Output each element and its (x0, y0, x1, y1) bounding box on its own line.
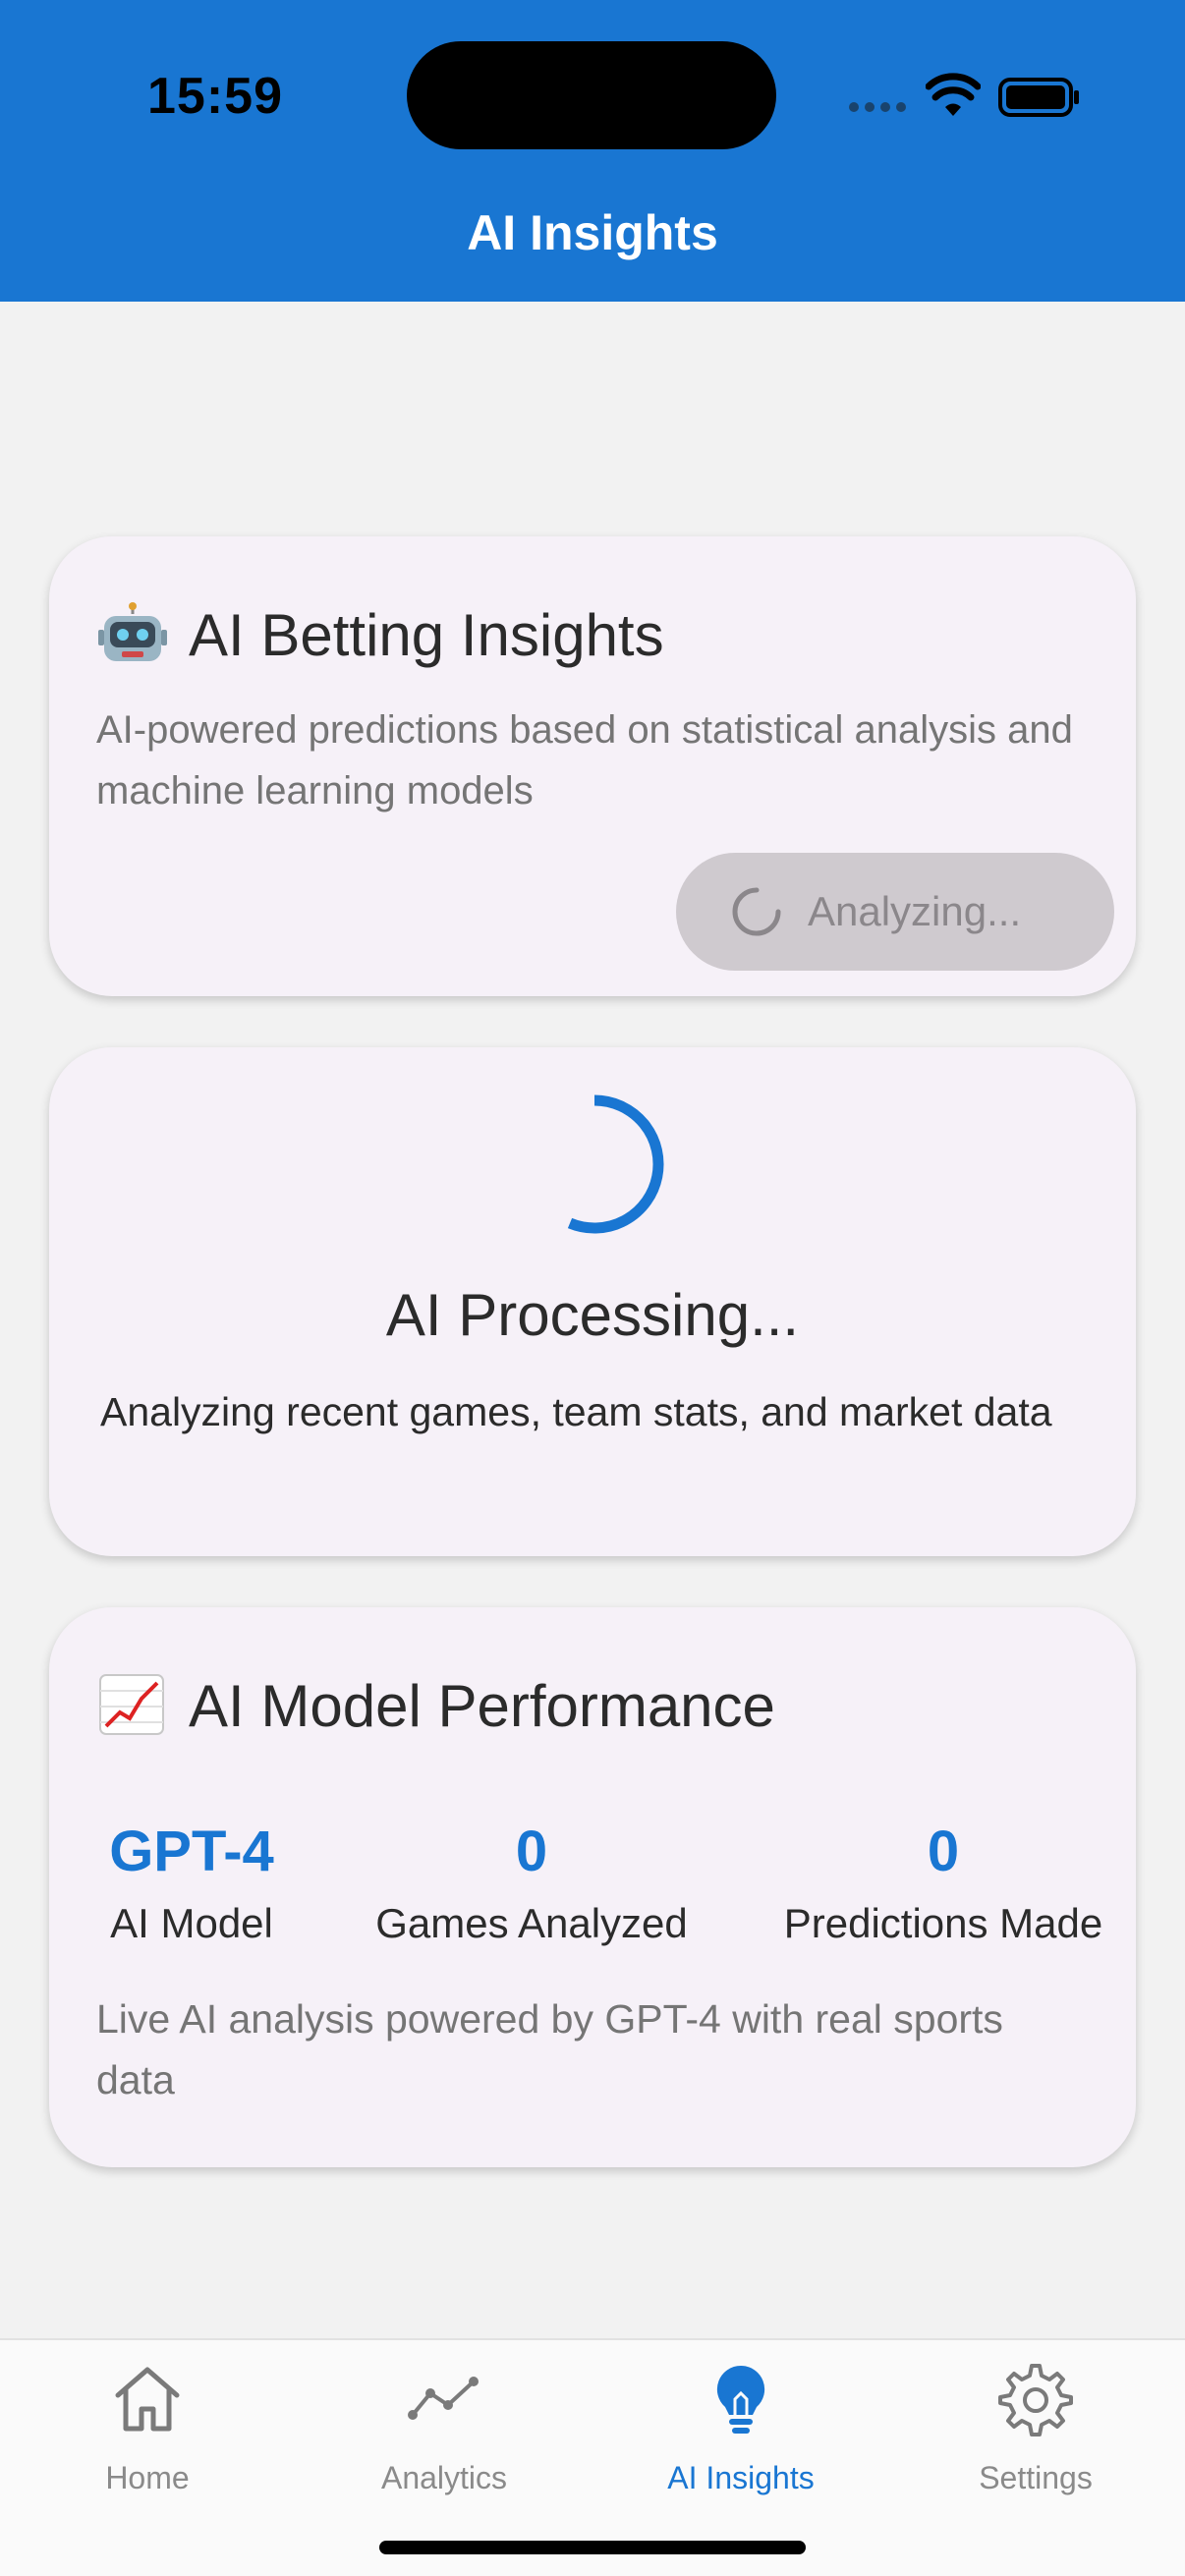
processing-spinner-icon (567, 1094, 664, 1234)
model-performance-card: AI Model Performance GPT-4 AI Model 0 Ga… (49, 1607, 1136, 2167)
insights-title-text: AI Betting Insights (189, 602, 664, 668)
tab-home[interactable]: Home (20, 2360, 275, 2496)
stat-value: 0 (515, 1820, 548, 1883)
tab-label: Home (105, 2460, 190, 2495)
performance-stats: GPT-4 AI Model 0 Games Analyzed 0 Predic… (49, 1818, 1136, 1975)
insights-description: AI-powered predictions based on statisti… (96, 708, 1073, 812)
tab-label: Analytics (380, 2460, 508, 2495)
stat-value: 0 (927, 1820, 960, 1883)
processing-description: Analyzing recent games, team stats, and … (100, 1389, 1052, 1434)
tab-label: Settings (979, 2460, 1093, 2495)
status-time: 15:59 (147, 68, 283, 125)
ai-insights-card: AI Betting Insights AI-powered predictio… (49, 536, 1136, 996)
stat-predictions-made: 0 Predictions Made (717, 1818, 1169, 1947)
loading-spinner-icon (732, 887, 781, 936)
page-title: AI Insights (467, 205, 718, 260)
performance-title-text: AI Model Performance (189, 1673, 775, 1739)
analyze-button-label: Analyzing... (808, 888, 1022, 934)
performance-card-title: AI Model Performance (98, 1672, 775, 1740)
analyze-button[interactable]: Analyzing... (676, 853, 1114, 971)
chart-increasing-icon (99, 1674, 164, 1735)
stat-games-analyzed: 0 Games Analyzed (330, 1818, 733, 1947)
tab-settings[interactable]: Settings (908, 2360, 1163, 2496)
screen: 15:59 AI Insights AI Betting Insights AI… (0, 0, 1185, 2576)
tab-analytics[interactable]: Analytics (316, 2360, 572, 2496)
analytics-icon (408, 2377, 479, 2420)
home-icon (115, 2367, 180, 2432)
stat-label: Games Analyzed (375, 1900, 688, 1946)
robot-icon (98, 602, 167, 661)
gear-icon (998, 2364, 1073, 2436)
stat-label: Predictions Made (783, 1900, 1103, 1946)
stat-ai-model: GPT-4 AI Model (88, 1818, 295, 1947)
battery-icon (998, 78, 1079, 117)
lightbulb-icon (716, 2365, 765, 2434)
insights-card-title: AI Betting Insights (98, 601, 664, 669)
wifi-icon (926, 73, 981, 116)
stat-label: AI Model (110, 1900, 273, 1946)
cellular-signal-icon (849, 102, 908, 116)
processing-title: AI Processing... (385, 1282, 800, 1348)
stat-value: GPT-4 (109, 1820, 274, 1883)
tab-ai-insights[interactable]: AI Insights (613, 2360, 869, 2496)
dynamic-island (407, 41, 776, 149)
ai-processing-card: AI Processing... Analyzing recent games,… (49, 1047, 1136, 1556)
tab-label: AI Insights (667, 2460, 815, 2495)
app-header: 15:59 AI Insights (0, 0, 1185, 302)
home-indicator (379, 2541, 806, 2554)
performance-footnote: Live AI analysis powered by GPT-4 with r… (96, 1996, 1003, 2102)
